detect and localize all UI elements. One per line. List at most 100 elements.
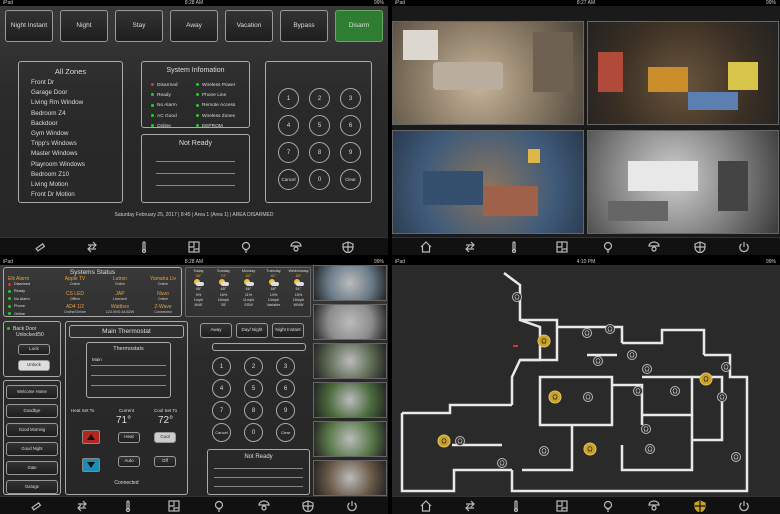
light-bulb-on-icon[interactable]: [583, 442, 597, 456]
lightbulb-icon[interactable]: [602, 241, 614, 253]
keypad-key-clear[interactable]: Clear: [340, 169, 361, 190]
security-camera-icon[interactable]: [648, 500, 660, 512]
security-camera-icon[interactable]: [258, 500, 270, 512]
remote-icon[interactable]: [34, 241, 46, 253]
shield-icon[interactable]: [302, 500, 314, 512]
mode-button-away[interactable]: Away: [170, 10, 218, 42]
zone-item[interactable]: Tripp's Windows: [31, 139, 122, 149]
light-bulb-off-icon[interactable]: [717, 392, 727, 402]
zone-item[interactable]: Garage Door: [31, 88, 122, 98]
mini-mode-button-day-night[interactable]: Day/ Night: [236, 323, 268, 338]
keypad-key-9[interactable]: 9: [340, 142, 361, 163]
mode-button-bypass[interactable]: Bypass: [280, 10, 328, 42]
mode-button-vacation[interactable]: Vacation: [225, 10, 273, 42]
light-bulb-on-icon[interactable]: [537, 334, 551, 348]
zone-item[interactable]: Bedroom Z4: [31, 109, 122, 119]
auto-mode-button[interactable]: Auto: [118, 456, 140, 467]
camera-thumbnail[interactable]: [313, 304, 387, 340]
camera-thumbnail[interactable]: [313, 265, 387, 301]
mini-keypad-key-3[interactable]: 3: [276, 357, 295, 376]
light-bulb-off-icon[interactable]: [497, 458, 507, 468]
floorplan-icon[interactable]: [188, 241, 200, 253]
light-bulb-off-icon[interactable]: [641, 424, 651, 434]
mini-keypad-key-8[interactable]: 8: [244, 401, 263, 420]
keypad-key-1[interactable]: 1: [278, 88, 299, 109]
light-bulb-off-icon[interactable]: [642, 364, 652, 374]
mini-keypad-key-5[interactable]: 5: [244, 379, 263, 398]
shield-icon-active[interactable]: [694, 500, 706, 512]
light-bulb-off-icon[interactable]: [721, 362, 731, 372]
home-icon[interactable]: [420, 500, 432, 512]
camera-thumbnail[interactable]: [313, 343, 387, 379]
zone-item[interactable]: Front Dr Motion: [31, 190, 122, 200]
cool-mode-button[interactable]: Cool: [154, 432, 176, 443]
scene-button-welcome-home[interactable]: Welcome Home: [6, 385, 58, 399]
mode-button-night[interactable]: Night: [60, 10, 108, 42]
light-bulb-on-icon[interactable]: [699, 372, 713, 386]
power-icon[interactable]: [738, 500, 750, 512]
zone-item[interactable]: Front Dr: [31, 78, 122, 88]
keypad-key-0[interactable]: 0: [309, 169, 330, 190]
swap-arrows-icon[interactable]: [76, 500, 88, 512]
zone-item[interactable]: Living Motion: [31, 180, 122, 190]
zone-item[interactable]: Backdoor: [31, 119, 122, 129]
light-bulb-off-icon[interactable]: [605, 324, 615, 334]
keypad-key-8[interactable]: 8: [309, 142, 330, 163]
camera-feed-bedroom[interactable]: [392, 130, 584, 234]
mini-keypad-key-0[interactable]: 0: [244, 423, 263, 442]
mini-mode-button-away[interactable]: Away: [200, 323, 232, 338]
mode-button-night-instant[interactable]: Night Instant: [5, 10, 53, 42]
camera-thumbnail[interactable]: [313, 421, 387, 457]
mini-keypad-key-1[interactable]: 1: [212, 357, 231, 376]
thermometer-icon[interactable]: [508, 241, 520, 253]
scene-button-good-morning[interactable]: Good Morning: [6, 423, 58, 437]
camera-feed-living-room[interactable]: [392, 21, 584, 125]
light-bulb-off-icon[interactable]: [582, 328, 592, 338]
light-bulb-off-icon[interactable]: [539, 446, 549, 456]
swap-arrows-icon[interactable]: [86, 241, 98, 253]
swap-arrows-icon[interactable]: [464, 500, 476, 512]
floorplan-icon[interactable]: [168, 500, 180, 512]
light-bulb-off-icon[interactable]: [512, 292, 522, 302]
light-bulb-on-icon[interactable]: [437, 434, 451, 448]
shield-icon[interactable]: [342, 241, 354, 253]
keypad-key-3[interactable]: 3: [340, 88, 361, 109]
keypad-key-4[interactable]: 4: [278, 115, 299, 136]
zone-item[interactable]: Master Windows: [31, 149, 122, 159]
swap-arrows-icon[interactable]: [464, 241, 476, 253]
light-bulb-off-icon[interactable]: [645, 444, 655, 454]
security-camera-icon[interactable]: [290, 241, 302, 253]
remote-icon[interactable]: [30, 500, 42, 512]
light-bulb-off-icon[interactable]: [593, 356, 603, 366]
scene-button-goodbye[interactable]: Goodbye: [6, 404, 58, 418]
zone-item[interactable]: Bedroom Z10: [31, 170, 122, 180]
keypad-key-6[interactable]: 6: [340, 115, 361, 136]
light-bulb-off-icon[interactable]: [627, 350, 637, 360]
keypad-key-5[interactable]: 5: [309, 115, 330, 136]
keypad-key-2[interactable]: 2: [309, 88, 330, 109]
mini-keypad-key-2[interactable]: 2: [244, 357, 263, 376]
scene-button-gate[interactable]: Gate: [6, 461, 58, 475]
camera-feed-master-bedroom[interactable]: [587, 130, 779, 234]
camera-thumbnail[interactable]: [313, 382, 387, 418]
heat-mode-button[interactable]: Heat: [118, 432, 140, 443]
lightbulb-icon[interactable]: [602, 500, 614, 512]
home-icon[interactable]: [420, 241, 432, 253]
power-icon[interactable]: [738, 241, 750, 253]
zone-item[interactable]: Playroom Windows: [31, 160, 122, 170]
shield-icon[interactable]: [694, 241, 706, 253]
security-camera-icon[interactable]: [648, 241, 660, 253]
camera-feed-playroom[interactable]: [587, 21, 779, 125]
thermometer-icon[interactable]: [122, 500, 134, 512]
power-icon[interactable]: [346, 500, 358, 512]
light-bulb-off-icon[interactable]: [455, 436, 465, 446]
unlock-button[interactable]: Unlock: [18, 360, 50, 371]
scene-button-garage[interactable]: Garage: [6, 480, 58, 494]
zone-item[interactable]: Gym Window: [31, 129, 122, 139]
mini-keypad-key-9[interactable]: 9: [276, 401, 295, 420]
thermometer-icon[interactable]: [138, 241, 150, 253]
keypad-key-cancel[interactable]: Cancel: [278, 169, 299, 190]
mode-button-stay[interactable]: Stay: [115, 10, 163, 42]
lightbulb-icon[interactable]: [213, 500, 225, 512]
mini-keypad-key-6[interactable]: 6: [276, 379, 295, 398]
